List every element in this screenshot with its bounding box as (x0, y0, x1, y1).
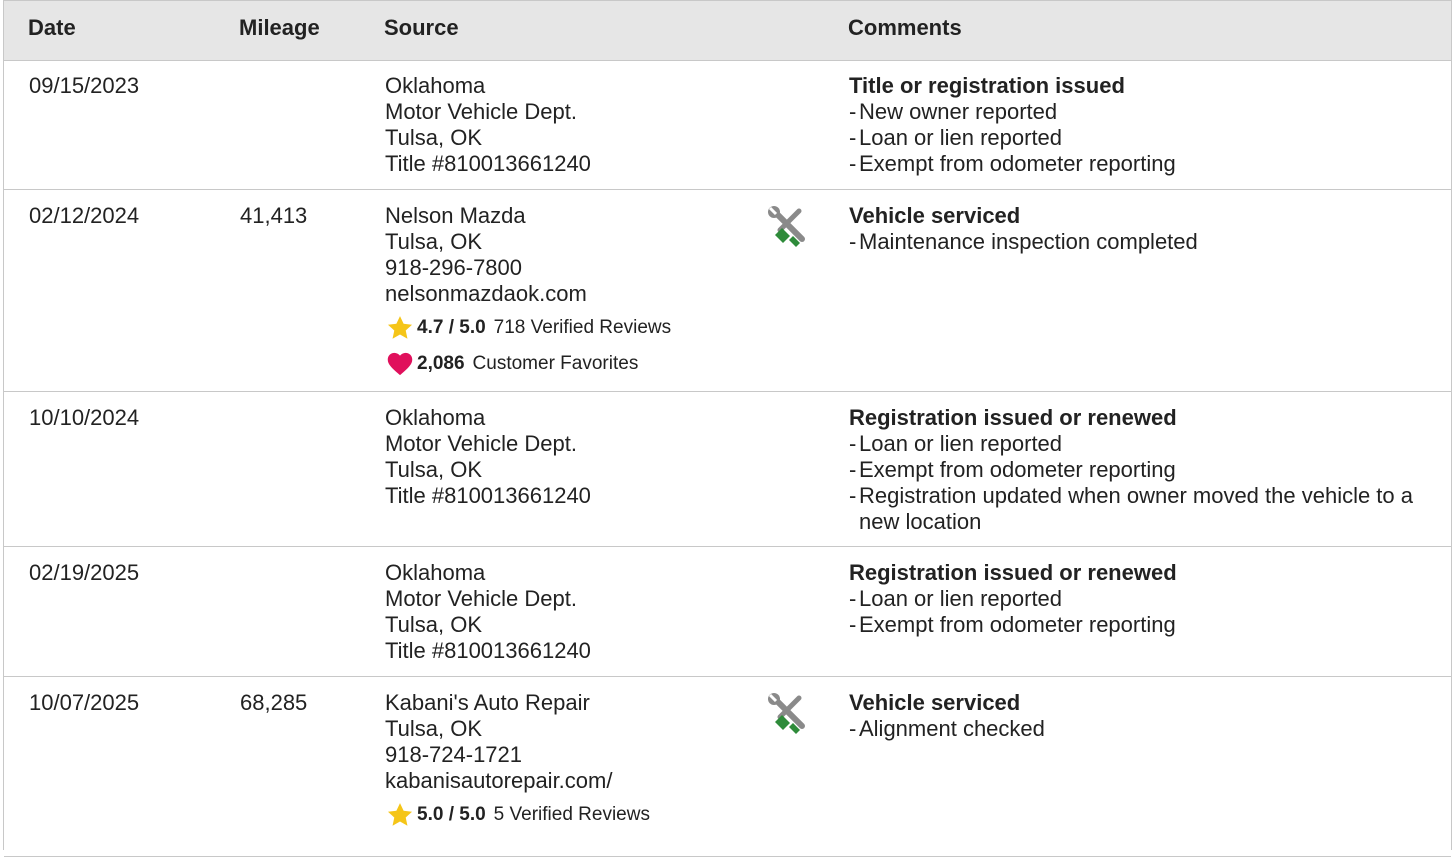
rating-score: 5.0 / 5.0 (417, 804, 486, 825)
row-comments: Registration issued or renewed Loan or l… (849, 405, 1429, 535)
table-row: 02/19/2025 Oklahoma Motor Vehicle Dept. … (4, 547, 1451, 677)
row-source: Oklahoma Motor Vehicle Dept. Tulsa, OK T… (385, 560, 591, 664)
row-date: 02/12/2024 (29, 203, 140, 228)
row-date: 09/15/2023 (29, 73, 140, 98)
source-line: Tulsa, OK (385, 457, 482, 482)
source-line: Oklahoma (385, 405, 486, 430)
table-header: Date Mileage Source Comments (4, 1, 1451, 61)
table-row: 10/07/2025 68,285 Kabani's Auto Repair T… (4, 677, 1451, 857)
comment-item: Exempt from odometer reporting (849, 457, 1429, 483)
source-line: Nelson Mazda (385, 203, 526, 228)
row-mileage: 41,413 (240, 203, 308, 228)
comment-item: Maintenance inspection completed (849, 229, 1429, 255)
source-line: Tulsa, OK (385, 716, 482, 741)
rating-reviews: 718 Verified Reviews (493, 317, 672, 338)
column-header-source: Source (384, 15, 459, 40)
source-line: Tulsa, OK (385, 612, 482, 637)
source-line: Title #810013661240 (385, 638, 591, 663)
comment-item: Loan or lien reported (849, 431, 1429, 457)
source-line: Oklahoma (385, 560, 486, 585)
table-row: 02/12/2024 41,413 Nelson Mazda Tulsa, OK… (4, 190, 1451, 392)
comment-title: Title or registration issued (849, 73, 1125, 98)
source-line: Kabani's Auto Repair (385, 690, 590, 715)
comment-item: Exempt from odometer reporting (849, 151, 1429, 177)
source-line: Tulsa, OK (385, 125, 482, 150)
source-line: 918-724-1721 (385, 742, 523, 767)
source-line: Motor Vehicle Dept. (385, 586, 577, 611)
wrench-screwdriver-icon (766, 205, 808, 247)
row-mileage: 68,285 (240, 690, 308, 715)
comment-title: Vehicle serviced (849, 690, 1021, 715)
favorites-row: 2,086 Customer Favorites (385, 349, 671, 379)
comment-item: Registration updated when owner moved th… (849, 483, 1429, 535)
row-comments: Registration issued or renewed Loan or l… (849, 560, 1429, 638)
source-line: Oklahoma (385, 73, 486, 98)
wrench-screwdriver-icon (766, 692, 808, 734)
source-link[interactable]: kabanisautorepair.com/ (385, 768, 650, 794)
source-line: Motor Vehicle Dept. (385, 431, 577, 456)
star-icon (385, 800, 417, 830)
star-icon (385, 313, 417, 343)
source-line: Motor Vehicle Dept. (385, 99, 577, 124)
row-source: Oklahoma Motor Vehicle Dept. Tulsa, OK T… (385, 405, 591, 509)
source-line: Title #810013661240 (385, 151, 591, 176)
comment-item: New owner reported (849, 99, 1429, 125)
row-source: Oklahoma Motor Vehicle Dept. Tulsa, OK T… (385, 73, 591, 177)
heart-icon (385, 349, 417, 379)
row-comments: Title or registration issued New owner r… (849, 73, 1429, 177)
comment-item: Loan or lien reported (849, 586, 1429, 612)
row-source: Nelson Mazda Tulsa, OK 918-296-7800 nels… (385, 203, 671, 379)
row-comments: Vehicle serviced Maintenance inspection … (849, 203, 1429, 255)
comment-title: Registration issued or renewed (849, 405, 1177, 430)
comment-title: Registration issued or renewed (849, 560, 1177, 585)
comment-item: Exempt from odometer reporting (849, 612, 1429, 638)
source-link[interactable]: nelsonmazdaok.com (385, 281, 671, 307)
comment-title: Vehicle serviced (849, 203, 1021, 228)
comment-item: Alignment checked (849, 716, 1429, 742)
row-source: Kabani's Auto Repair Tulsa, OK 918-724-1… (385, 690, 650, 830)
vehicle-history-table: Date Mileage Source Comments 09/15/2023 … (3, 0, 1452, 857)
favorites-label: Customer Favorites (472, 353, 639, 374)
favorites-count: 2,086 (417, 353, 465, 374)
table-row: 09/15/2023 Oklahoma Motor Vehicle Dept. … (4, 61, 1451, 190)
row-comments: Vehicle serviced Alignment checked (849, 690, 1429, 742)
comment-item: Loan or lien reported (849, 125, 1429, 151)
rating-score: 4.7 / 5.0 (417, 317, 486, 338)
source-line: Title #810013661240 (385, 483, 591, 508)
row-date: 10/10/2024 (29, 405, 140, 430)
column-header-date: Date (28, 15, 76, 40)
table-row: 10/10/2024 Oklahoma Motor Vehicle Dept. … (4, 392, 1451, 547)
row-date: 10/07/2025 (29, 690, 140, 715)
rating-row[interactable]: 5.0 / 5.0 5 Verified Reviews (385, 800, 650, 830)
column-header-mileage: Mileage (239, 15, 320, 40)
rating-row[interactable]: 4.7 / 5.0 718 Verified Reviews (385, 313, 671, 343)
row-date: 02/19/2025 (29, 560, 140, 585)
column-header-comments: Comments (848, 15, 962, 40)
rating-reviews: 5 Verified Reviews (493, 804, 650, 825)
source-line: Tulsa, OK (385, 229, 482, 254)
source-line: 918-296-7800 (385, 255, 523, 280)
